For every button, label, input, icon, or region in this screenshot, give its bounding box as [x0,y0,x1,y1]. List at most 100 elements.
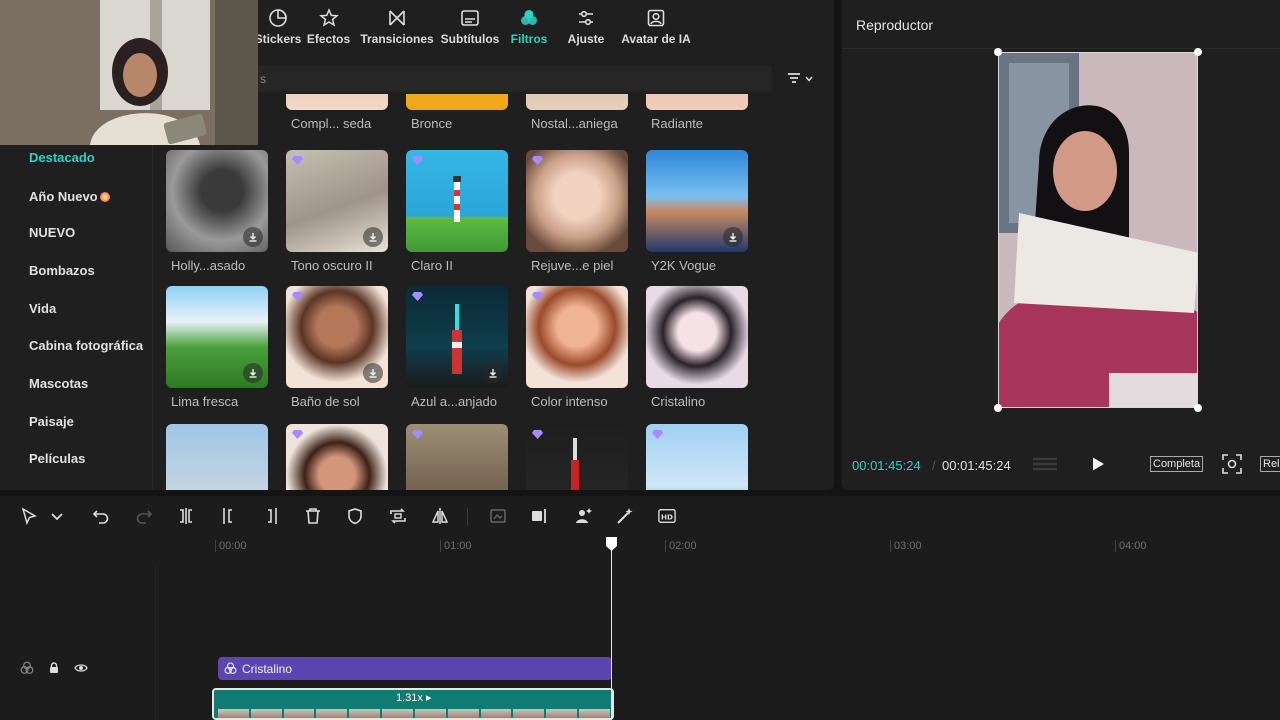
crop-handle[interactable] [1194,404,1202,412]
sidebar-item-ano-nuevo[interactable]: Año Nuevo [29,189,110,204]
hd-button[interactable]: HD [658,507,678,525]
aspect-ratio-button[interactable]: Rela [1260,456,1280,472]
filter-card[interactable] [646,424,748,490]
time-ruler[interactable]: 00:00 01:00 02:00 03:00 04:00 [0,536,1280,560]
filters-icon [521,10,537,25]
crop-handle[interactable] [994,48,1002,56]
magic-edit-button[interactable] [616,507,634,525]
clip-thumbnails [218,709,610,718]
ai-person-button[interactable] [574,507,592,525]
timeline: HD 00:00 01:00 02:00 03:00 04:00 Cristal… [0,496,1280,720]
premium-gem-icon [532,292,543,301]
tab-transiciones[interactable]: Transiciones [356,0,438,46]
filter-card[interactable] [406,424,508,490]
screenshot-icon[interactable] [1222,454,1242,474]
filter-thumbnail [286,150,388,252]
filter-card-tono-oscuro[interactable]: Tono oscuro II [286,150,388,273]
filter-card[interactable]: Bronce [406,94,508,131]
filter-card-bano-sol[interactable]: Baño de sol [286,286,388,409]
sidebar-item-mascotas[interactable]: Mascotas [29,376,88,391]
video-preview[interactable] [998,52,1198,408]
tab-stickers[interactable]: Stickers [255,0,301,46]
premium-gem-icon [652,430,663,439]
filter-clip-cristalino[interactable]: Cristalino [218,657,612,680]
filter-card[interactable]: Radiante [646,94,748,131]
tab-subtitulos[interactable]: Subtítulos [438,0,502,46]
crop-handle[interactable] [994,404,1002,412]
video-clip[interactable]: 1.31x ▸ [212,688,614,720]
subtitles-icon [461,10,479,26]
filter-card-claro[interactable]: Claro II [406,150,508,273]
select-tool-button[interactable] [20,507,38,526]
redo-icon [136,510,153,524]
loop-button[interactable] [389,507,407,525]
filter-card-rejuvenecer[interactable]: Rejuve...e piel [526,150,628,273]
playhead[interactable] [611,546,612,720]
eye-icon[interactable] [74,662,88,674]
filter-card[interactable]: Nostal...aniega [526,94,628,131]
lock-icon[interactable] [48,662,60,674]
filter-thumbnail [526,286,628,388]
sort-filter-button[interactable] [787,70,819,88]
remove-bg-button[interactable] [489,507,507,525]
filter-thumbnail [646,150,748,252]
filter-card-cristalino[interactable]: Cristalino [646,286,748,409]
undo-button[interactable] [92,507,110,525]
sidebar-item-paisaje[interactable]: Paisaje [29,414,74,429]
timeline-grid-icon[interactable] [1032,456,1058,474]
full-quality-button[interactable]: Completa [1150,456,1204,472]
current-time: 00:01:45:24 [852,458,921,473]
play-icon [1093,457,1104,471]
filter-card[interactable] [286,424,388,490]
premium-gem-icon [292,430,303,439]
undo-icon [92,510,109,524]
preview-frame-image [999,53,1197,407]
sidebar-item-vida[interactable]: Vida [29,301,56,316]
filter-thumbnail [406,286,508,388]
sidebar-item-destacado[interactable]: Destacado [29,150,95,165]
playhead-handle[interactable] [605,536,618,552]
sidebar-item-bombazos[interactable]: Bombazos [29,263,95,278]
tab-filtros[interactable]: Filtros [502,0,556,46]
trash-icon [306,508,320,524]
mirror-button[interactable] [431,507,449,525]
tab-efectos[interactable]: Efectos [301,0,356,46]
download-icon[interactable] [363,363,383,383]
download-icon[interactable] [363,227,383,247]
filter-card-y2k[interactable]: Y2K Vogue [646,150,748,273]
sticker-icon [269,9,287,27]
tab-ajuste[interactable]: Ajuste [556,0,616,46]
sidebar-item-peliculas[interactable]: Películas [29,451,85,466]
download-icon[interactable] [483,363,503,383]
download-icon[interactable] [723,227,743,247]
filter-card[interactable]: Compl... seda [286,94,388,131]
trim-right-icon [268,508,277,524]
filter-card-lima[interactable]: Lima fresca [166,286,268,409]
play-button[interactable] [1090,456,1106,472]
trim-left-button[interactable] [220,507,238,525]
time-separator: / [932,458,936,473]
sidebar-item-cabina[interactable]: Cabina fotográfica [29,338,143,353]
sidebar-item-nuevo[interactable]: NUEVO [29,225,75,240]
filter-thumbnail [166,150,268,252]
download-icon[interactable] [243,227,263,247]
freeze-button[interactable] [531,507,549,525]
redo-button[interactable] [135,507,153,525]
download-icon[interactable] [243,363,263,383]
filter-card[interactable] [166,424,268,490]
filter-card-azul-anaranjado[interactable]: Azul a...anjado [406,286,508,409]
filter-card[interactable] [526,424,628,490]
crop-handle[interactable] [1194,48,1202,56]
adjust-icon [579,10,593,26]
split-button[interactable] [177,507,195,525]
filter-card-holly[interactable]: Holly...asado [166,150,268,273]
trim-right-button[interactable] [262,507,280,525]
split-icon [180,508,192,524]
transitions-icon [389,10,405,26]
delete-button[interactable] [304,507,322,525]
filter-card-color-intenso[interactable]: Color intenso [526,286,628,409]
mark-button[interactable] [346,507,364,525]
filter-search-input[interactable]: s [252,66,772,92]
tab-avatar-ia[interactable]: Avatar de IA [616,0,696,46]
select-mode-dropdown[interactable] [48,507,63,525]
